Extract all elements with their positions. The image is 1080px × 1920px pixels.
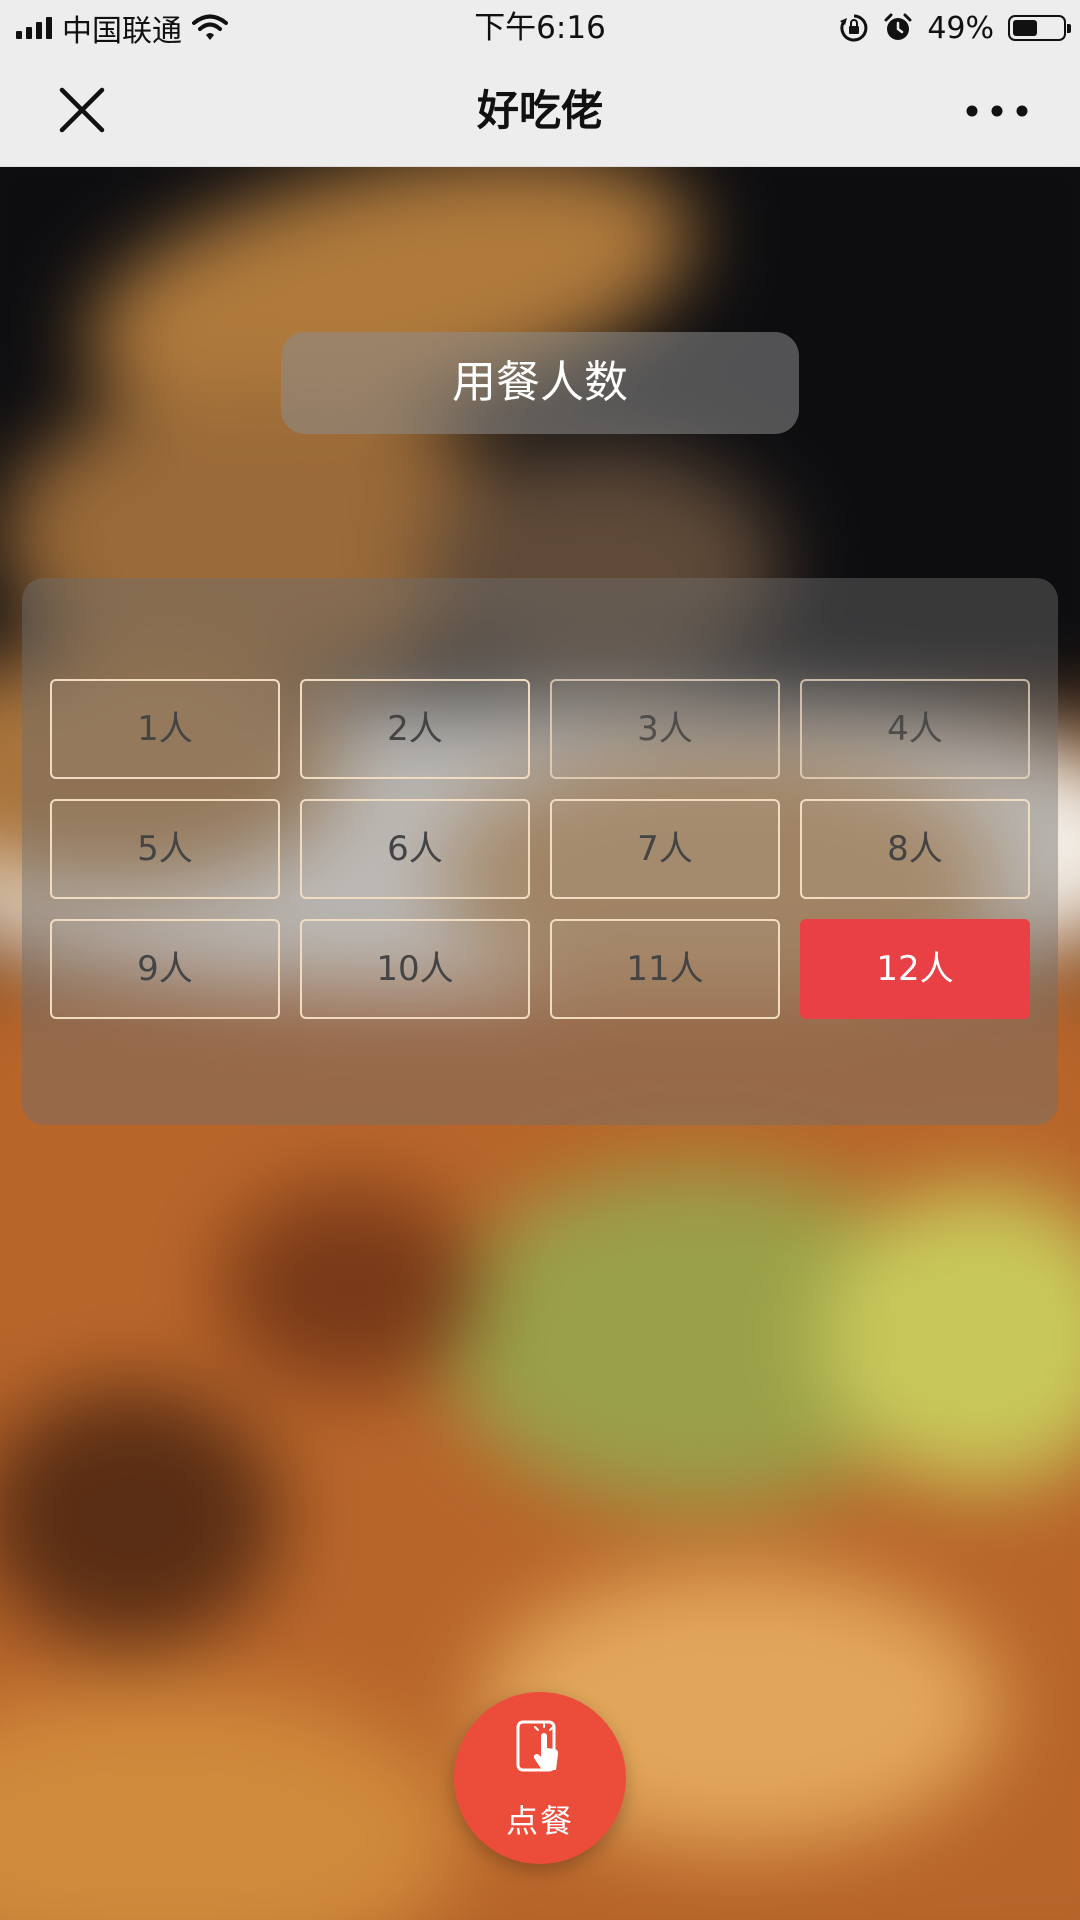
party-size-option[interactable]: 12人 — [800, 919, 1030, 1019]
status-bar: 中国联通 下午6:16 49% — [0, 0, 1080, 56]
status-right: 49% — [839, 8, 1071, 48]
page-title: 好吃佬 — [476, 86, 603, 135]
party-size-panel: 1人 2人 3人 4人 5人 6人 7人 8人 9人 10人 11人 12人 — [22, 578, 1058, 1125]
party-size-option[interactable]: 8人 — [800, 799, 1030, 899]
battery-icon — [1008, 15, 1071, 41]
party-size-options: 1人 2人 3人 4人 5人 6人 7人 8人 9人 10人 11人 12人 — [50, 679, 1030, 1019]
party-size-option[interactable]: 11人 — [550, 919, 780, 1019]
orientation-lock-icon — [840, 14, 868, 42]
alarm-icon — [884, 13, 912, 40]
party-size-option[interactable]: 5人 — [50, 799, 280, 899]
nav-bar: 好吃佬 — [0, 56, 1080, 167]
party-size-option[interactable]: 9人 — [50, 919, 280, 1019]
page-content: 用餐人数 1人 2人 3人 4人 5人 6人 7人 8人 9人 10人 11人 12人 点餐 — [0, 167, 1080, 1920]
party-size-option[interactable]: 3人 — [550, 679, 780, 779]
order-button-label: 点餐 — [505, 1802, 574, 1840]
more-dots-icon[interactable] — [962, 96, 1032, 126]
party-size-option[interactable]: 6人 — [300, 799, 530, 899]
party-size-option[interactable]: 2人 — [300, 679, 530, 779]
tap-menu-icon — [516, 1720, 559, 1772]
order-button[interactable]: 点餐 — [454, 1692, 626, 1864]
party-size-option[interactable]: 1人 — [50, 679, 280, 779]
party-size-option[interactable]: 4人 — [800, 679, 1030, 779]
party-size-option[interactable]: 7人 — [550, 799, 780, 899]
party-size-option[interactable]: 10人 — [300, 919, 530, 1019]
battery-fill — [1013, 20, 1037, 36]
party-size-title: 用餐人数 — [281, 332, 799, 434]
battery-percent: 49% — [927, 10, 994, 46]
